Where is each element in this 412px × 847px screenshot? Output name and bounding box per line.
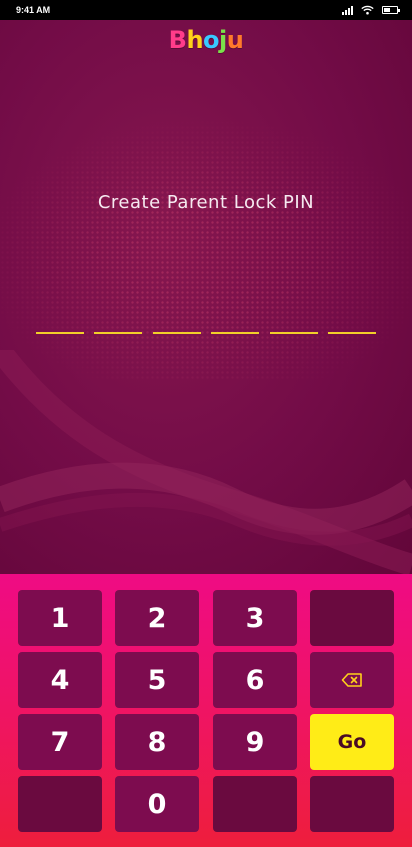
pin-slot-6: [327, 332, 376, 334]
key-0[interactable]: 0: [115, 776, 199, 832]
key-blank: [310, 590, 394, 646]
pin-slot-1: [36, 332, 84, 334]
logo-letter: u: [226, 26, 244, 54]
pin-slot-3: [152, 332, 201, 334]
battery-icon: [382, 6, 400, 14]
logo-letter: o: [203, 26, 220, 54]
pin-slots: [36, 332, 376, 336]
key-blank: [18, 776, 102, 832]
pin-slot-5: [269, 332, 318, 334]
status-time: 9:41 AM: [16, 5, 51, 15]
key-6[interactable]: 6: [213, 652, 297, 708]
key-4[interactable]: 4: [18, 652, 102, 708]
go-button[interactable]: Go: [310, 714, 394, 770]
bhoju-logo: Bhoju: [0, 26, 412, 54]
key-blank: [310, 776, 394, 832]
status-bar: 9:41 AM: [0, 0, 412, 20]
wifi-icon: [361, 5, 374, 15]
logo-letter: B: [168, 26, 187, 54]
key-9[interactable]: 9: [213, 714, 297, 770]
backspace-icon: [341, 673, 362, 687]
logo-letter: j: [219, 26, 227, 54]
key-8[interactable]: 8: [115, 714, 199, 770]
header-area: Bhoju Create Parent Lock PIN: [0, 20, 412, 574]
key-1[interactable]: 1: [18, 590, 102, 646]
key-7[interactable]: 7: [18, 714, 102, 770]
key-blank: [213, 776, 297, 832]
keypad: 1 2 3 4 5 6 7 8 9 Go 0: [0, 574, 412, 847]
page-title: Create Parent Lock PIN: [97, 192, 315, 213]
key-3[interactable]: 3: [213, 590, 297, 646]
key-2[interactable]: 2: [115, 590, 199, 646]
screen: 9:41 AM Bhoju Create Parent Lock PIN 1 2…: [0, 0, 412, 847]
pin-slot-4: [211, 332, 260, 334]
key-5[interactable]: 5: [115, 652, 199, 708]
decorative-waves: [0, 350, 412, 574]
logo-letter: h: [186, 26, 204, 54]
signal-icon: [342, 5, 353, 15]
status-icons: [342, 5, 400, 15]
battery-fill: [384, 8, 390, 12]
pin-slot-2: [94, 332, 143, 334]
backspace-button[interactable]: [310, 652, 394, 708]
